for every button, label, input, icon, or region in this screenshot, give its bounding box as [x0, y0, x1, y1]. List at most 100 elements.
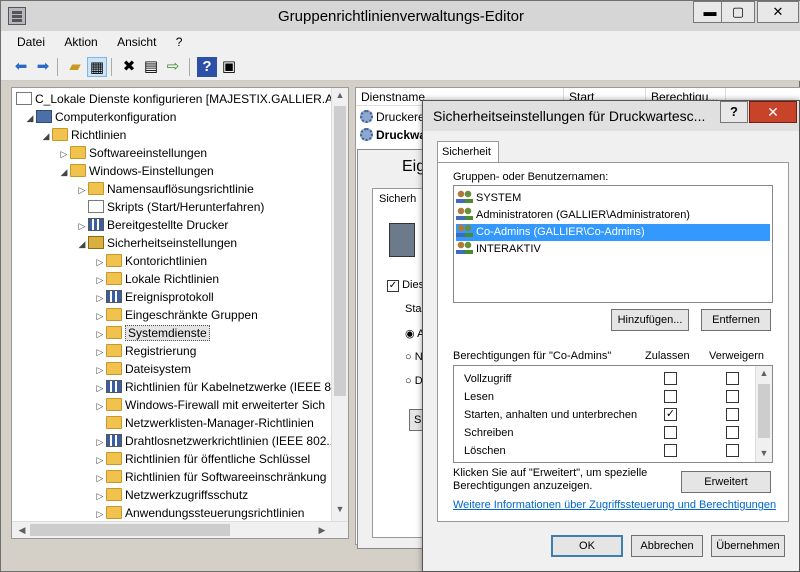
advanced-button[interactable]: Erweitert: [681, 471, 771, 493]
tree-eingeschraenkte-gruppen[interactable]: ▷ Eingeschränkte Gruppen: [94, 306, 258, 324]
dialog-close-button[interactable]: ✕: [749, 101, 797, 123]
tree-computerkonfiguration[interactable]: ◢ Computerkonfiguration: [24, 108, 176, 126]
close-button[interactable]: ✕: [757, 1, 799, 23]
tab-sicherheit[interactable]: Sicherheit: [437, 141, 499, 163]
maximize-button[interactable]: ▢: [721, 1, 755, 23]
tree-ereignisprotokoll[interactable]: ▷ Ereignisprotokoll: [94, 288, 214, 306]
properties-tab[interactable]: Sicherh: [379, 193, 416, 205]
menu-datei[interactable]: Datei: [17, 31, 45, 53]
deny-checkbox[interactable]: [726, 372, 739, 385]
tree-dateisystem[interactable]: ▷ Dateisystem: [94, 360, 191, 378]
expand-arrow-icon[interactable]: ▷: [76, 217, 88, 235]
delete-icon[interactable]: ✖: [119, 57, 139, 77]
tree-vertical-scrollbar[interactable]: ▲ ▼: [331, 88, 348, 522]
scroll-thumb[interactable]: [758, 384, 770, 438]
allow-checkbox[interactable]: [664, 444, 677, 457]
tree-windows-firewall[interactable]: ▷ Windows-Firewall mit erweiterter Sich: [94, 396, 325, 414]
list-item[interactable]: Administratoren (GALLIER\Administratoren…: [456, 207, 694, 224]
tree-netzwerkzugriffsschutz[interactable]: ▷ Netzwerkzugriffsschutz: [94, 486, 248, 504]
tree-registrierung[interactable]: ▷ Registrierung: [94, 342, 196, 360]
deny-checkbox[interactable]: [726, 390, 739, 403]
info-link[interactable]: Weitere Informationen über Zugriffssteue…: [453, 499, 776, 511]
deny-checkbox[interactable]: [726, 408, 739, 421]
title-bar[interactable]: Gruppenrichtlinienverwaltungs-Editor ▬ ▢…: [1, 1, 800, 31]
tree-namensaufloesung[interactable]: ▷ Namensauflösungsrichtlinie: [76, 180, 254, 198]
help-button[interactable]: ?: [720, 101, 748, 123]
list-item[interactable]: SYSTEM: [456, 190, 525, 207]
tree-drucker[interactable]: ▷ Bereitgestellte Drucker: [76, 216, 228, 234]
tree-softwareeinschraenkung[interactable]: ▷ Richtlinien für Softwareeinschränkung: [94, 468, 326, 486]
tree-drahtlosnetzwerk[interactable]: ▷ Drahtlosnetzwerkrichtlinien (IEEE 802.1: [94, 432, 336, 450]
expand-arrow-icon[interactable]: ▷: [94, 325, 106, 343]
allow-checkbox[interactable]: [664, 390, 677, 403]
tree-softwareeinstellungen[interactable]: ▷ Softwareeinstellungen: [58, 144, 207, 162]
tree-root[interactable]: C_Lokale Dienste konfigurieren [MAJESTIX…: [16, 90, 348, 108]
expand-arrow-icon[interactable]: ▷: [58, 145, 70, 163]
deny-checkbox[interactable]: [726, 426, 739, 439]
properties-icon[interactable]: ▤: [141, 57, 161, 77]
expand-arrow-icon[interactable]: ▷: [94, 343, 106, 361]
permissions-scrollbar[interactable]: ▲ ▼: [755, 366, 772, 462]
tree-systemdienste[interactable]: ▷ Systemdienste: [94, 324, 210, 342]
console-icon[interactable]: ▣: [219, 57, 239, 77]
deny-checkbox[interactable]: [726, 444, 739, 457]
tree-pane[interactable]: C_Lokale Dienste konfigurieren [MAJESTIX…: [11, 87, 349, 539]
tree-richtlinien[interactable]: ◢ Richtlinien: [40, 126, 126, 144]
tree-oeffentliche-schluessel[interactable]: ▷ Richtlinien für öffentliche Schlüssel: [94, 450, 310, 468]
scroll-up-icon[interactable]: ▲: [332, 90, 348, 100]
list-item[interactable]: INTERAKTIV: [456, 241, 545, 258]
tree-skripts[interactable]: Skripts (Start/Herunterfahren): [76, 198, 264, 216]
tree-windows-einstellungen[interactable]: ◢ Windows-Einstellungen: [58, 162, 214, 180]
back-arrow-icon[interactable]: ⬅: [11, 57, 31, 77]
scroll-thumb[interactable]: [334, 106, 346, 396]
tree-netzwerklisten[interactable]: Netzwerklisten-Manager-Richtlinien: [94, 414, 314, 432]
expand-arrow-icon[interactable]: ▷: [94, 397, 106, 415]
menu-aktion[interactable]: Aktion: [64, 31, 97, 53]
tree-kontorichtlinien[interactable]: ▷ Kontorichtlinien: [94, 252, 207, 270]
menu-help[interactable]: ?: [176, 31, 183, 53]
show-tree-icon[interactable]: ▦: [87, 57, 107, 77]
tree-lokale-richtlinien[interactable]: ▷ Lokale Richtlinien: [94, 270, 219, 288]
scroll-up-icon[interactable]: ▲: [756, 368, 772, 378]
collapse-arrow-icon[interactable]: ◢: [76, 235, 88, 253]
up-folder-icon[interactable]: ▰: [65, 57, 85, 77]
tree-anwendungssteuerung[interactable]: ▷ Anwendungssteuerungsrichtlinien: [94, 504, 304, 522]
tree-sicherheitseinstellungen[interactable]: ◢ Sicherheitseinstellungen: [76, 234, 237, 252]
users-list[interactable]: SYSTEM Administratoren (GALLIER\Administ…: [453, 185, 773, 303]
define-checkbox[interactable]: ✓ Dies: [387, 279, 424, 292]
ok-button[interactable]: OK: [551, 535, 623, 557]
allow-checkbox[interactable]: [664, 426, 677, 439]
forward-arrow-icon[interactable]: ➡: [33, 57, 53, 77]
list-item[interactable]: Druckere: [360, 108, 425, 126]
remove-button[interactable]: Entfernen: [701, 309, 771, 331]
expand-arrow-icon[interactable]: ▷: [94, 379, 106, 397]
cancel-button[interactable]: Abbrechen: [631, 535, 703, 557]
radio-manual[interactable]: ○ N: [405, 351, 423, 363]
scroll-down-icon[interactable]: ▼: [756, 448, 772, 458]
collapse-arrow-icon[interactable]: ◢: [24, 109, 36, 127]
expand-arrow-icon[interactable]: ▷: [94, 271, 106, 289]
expand-arrow-icon[interactable]: ▷: [94, 451, 106, 469]
add-button[interactable]: Hinzufügen...: [611, 309, 689, 331]
collapse-arrow-icon[interactable]: ◢: [40, 127, 52, 145]
expand-arrow-icon[interactable]: ▷: [94, 433, 106, 451]
apply-button[interactable]: Übernehmen: [711, 535, 785, 557]
tree-horizontal-scrollbar[interactable]: ◀ ▶: [12, 521, 348, 538]
allow-checkbox[interactable]: [664, 372, 677, 385]
help-icon[interactable]: ?: [197, 57, 217, 77]
expand-arrow-icon[interactable]: ▷: [94, 469, 106, 487]
collapse-arrow-icon[interactable]: ◢: [58, 163, 70, 181]
expand-arrow-icon[interactable]: ▷: [94, 487, 106, 505]
security-dialog-titlebar[interactable]: Sicherheitseinstellungen für Druckwartes…: [423, 101, 799, 131]
export-icon[interactable]: ⇨: [163, 57, 183, 77]
expand-arrow-icon[interactable]: ▷: [76, 181, 88, 199]
menu-ansicht[interactable]: Ansicht: [117, 31, 156, 53]
list-item[interactable]: Co-Admins (GALLIER\Co-Admins): [456, 224, 770, 241]
scroll-right-icon[interactable]: ▶: [314, 525, 330, 536]
allow-checkbox[interactable]: ✓: [664, 408, 677, 421]
expand-arrow-icon[interactable]: ▷: [94, 253, 106, 271]
expand-arrow-icon[interactable]: ▷: [94, 307, 106, 325]
scroll-down-icon[interactable]: ▼: [332, 504, 348, 514]
expand-arrow-icon[interactable]: ▷: [94, 289, 106, 307]
scroll-left-icon[interactable]: ◀: [14, 525, 30, 536]
